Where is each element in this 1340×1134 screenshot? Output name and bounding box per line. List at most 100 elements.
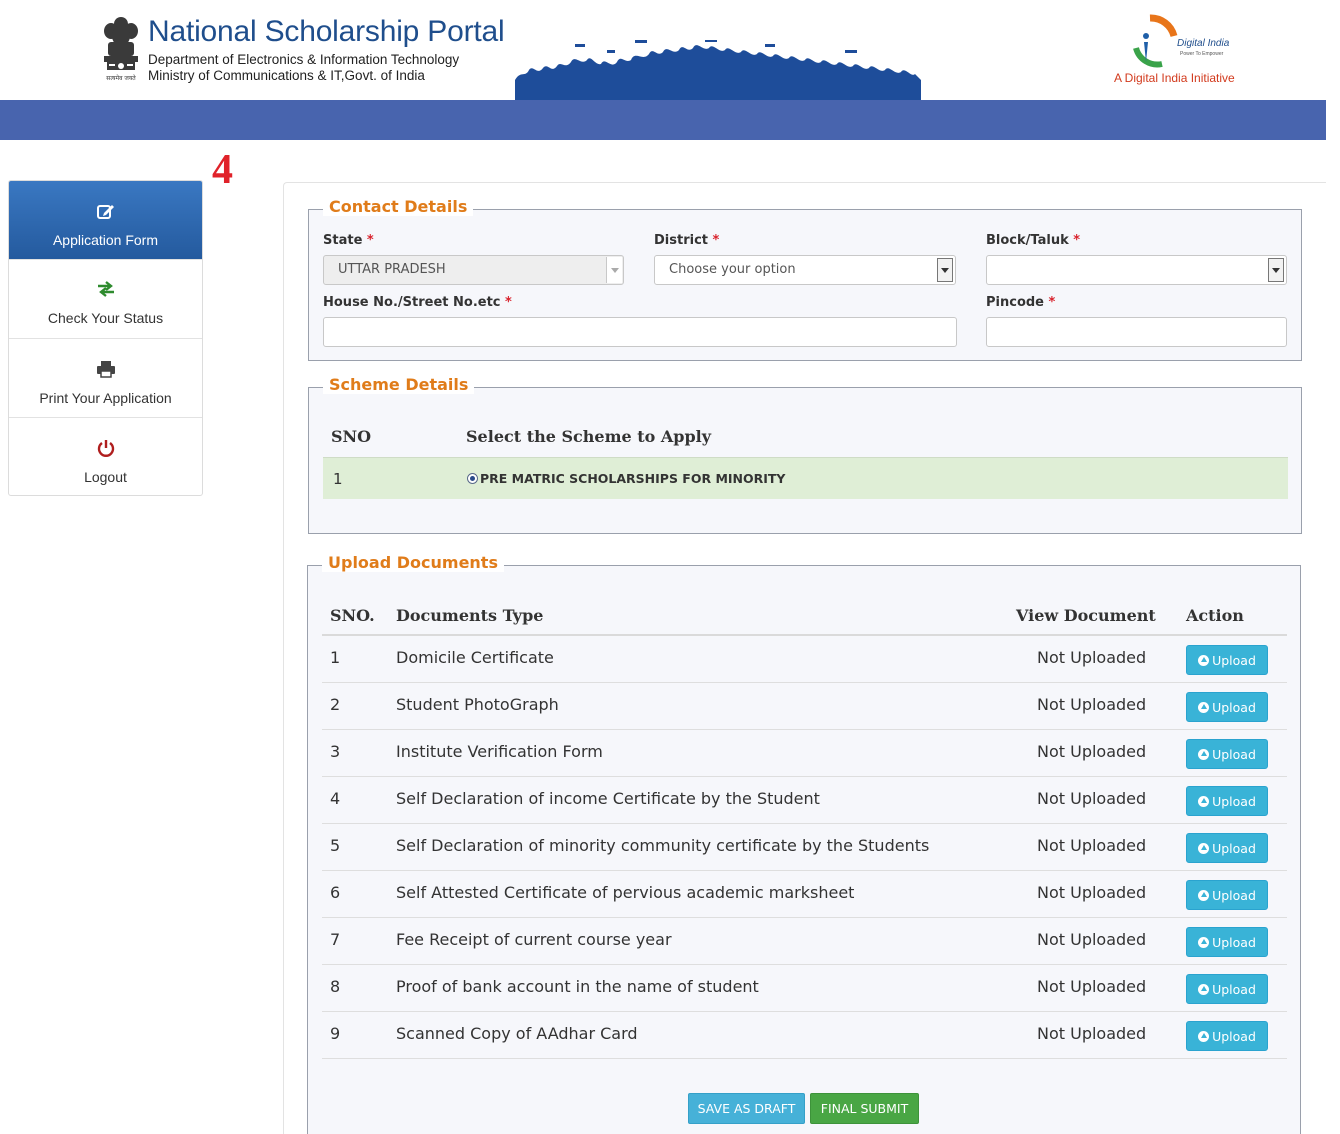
upload-button[interactable]: Upload	[1186, 739, 1268, 769]
upload-button[interactable]: Upload	[1186, 786, 1268, 816]
district-select[interactable]: Choose your option	[654, 255, 956, 285]
table-row: 6 Self Attested Certificate of pervious a…	[322, 871, 1287, 918]
upload-button[interactable]: Upload	[1186, 974, 1268, 1004]
digital-india-logo-subtext: Power To Empower	[1180, 51, 1224, 57]
state-value: UTTAR PRADESH	[338, 262, 446, 277]
upload-icon	[1198, 842, 1210, 854]
sidebar-item-application-form[interactable]: Application Form	[9, 181, 202, 260]
printer-icon	[9, 359, 202, 379]
section-title: Contact Details	[323, 197, 474, 216]
section-title: Upload Documents	[322, 553, 504, 572]
save-as-draft-button[interactable]: SAVE AS DRAFT	[688, 1093, 805, 1124]
site-header: सत्यमेव जयते National Scholarship Portal…	[0, 0, 1340, 100]
sidebar-item-label: Logout	[84, 469, 127, 485]
chevron-down-icon	[606, 257, 622, 283]
graduates-crowd-banner	[515, 40, 921, 100]
upload-icon	[1198, 889, 1210, 901]
scheme-col-sno: SNO	[331, 427, 372, 446]
doc-type: Student PhotoGraph	[396, 695, 559, 714]
doc-status: Not Uploaded	[1037, 648, 1147, 667]
doc-col-action: Action	[1186, 606, 1244, 625]
upload-icon	[1198, 748, 1210, 760]
chevron-down-icon	[1268, 258, 1284, 282]
doc-status: Not Uploaded	[1037, 1024, 1147, 1043]
doc-type: Scanned Copy of AAdhar Card	[396, 1024, 638, 1043]
table-row: 7 Fee Receipt of current course year Not U…	[322, 918, 1287, 965]
upload-button[interactable]: Upload	[1186, 927, 1268, 957]
doc-type: Institute Verification Form	[396, 742, 603, 761]
scheme-sno: 1	[333, 470, 343, 488]
scheme-radio-button[interactable]	[467, 473, 478, 484]
sidebar-item-logout[interactable]: Logout	[9, 418, 202, 495]
table-row: 4 Self Declaration of income Certificate …	[322, 777, 1287, 824]
scheme-details-section: Scheme Details SNO Select the Scheme to …	[308, 375, 1302, 534]
house-input[interactable]	[323, 317, 957, 347]
upload-label: Upload	[1212, 793, 1256, 809]
doc-status: Not Uploaded	[1037, 742, 1147, 761]
upload-button[interactable]: Upload	[1186, 645, 1268, 675]
doc-col-type: Documents Type	[396, 606, 544, 625]
doc-status: Not Uploaded	[1037, 883, 1147, 902]
table-row: 3 Institute Verification Form Not Uploaded…	[322, 730, 1287, 777]
table-row: 2 Student PhotoGraph Not Uploaded Upload	[322, 683, 1287, 730]
chevron-down-icon	[937, 258, 953, 282]
block-select[interactable]	[986, 255, 1287, 285]
doc-status: Not Uploaded	[1037, 930, 1147, 949]
upload-label: Upload	[1212, 840, 1256, 856]
national-emblem-icon: सत्यमेव जयते	[104, 17, 138, 82]
scheme-col-select: Select the Scheme to Apply	[466, 427, 712, 446]
pincode-label: Pincode *	[986, 295, 1056, 310]
doc-status: Not Uploaded	[1037, 789, 1147, 808]
upload-label: Upload	[1212, 699, 1256, 715]
upload-button[interactable]: Upload	[1186, 1021, 1268, 1051]
top-navigation-bar	[0, 100, 1326, 140]
portal-title[interactable]: National Scholarship Portal	[148, 15, 505, 49]
doc-type: Domicile Certificate	[396, 648, 554, 667]
upload-button[interactable]: Upload	[1186, 692, 1268, 722]
sidebar-item-check-status[interactable]: Check Your Status	[9, 260, 202, 339]
doc-status: Not Uploaded	[1037, 977, 1147, 996]
sidebar-item-label: Check Your Status	[47, 310, 164, 326]
block-label: Block/Taluk *	[986, 233, 1081, 248]
doc-sno: 2	[330, 695, 341, 714]
upload-button[interactable]: Upload	[1186, 880, 1268, 910]
scheme-name: PRE MATRIC SCHOLARSHIPS FOR MINORITY	[480, 471, 786, 486]
doc-type: Fee Receipt of current course year	[396, 930, 672, 949]
doc-type: Self Attested Certificate of pervious ac…	[396, 883, 855, 902]
upload-documents-section: Upload Documents SNO. Documents Type Vie…	[307, 553, 1301, 1134]
doc-sno: 6	[330, 883, 341, 902]
upload-icon	[1198, 654, 1210, 666]
digital-india-logo-text: Digital India	[1177, 38, 1230, 49]
state-label: State *	[323, 233, 374, 248]
digital-india-tagline: A Digital India Initiative	[1114, 71, 1235, 85]
step-number: 4	[212, 147, 233, 193]
digital-india-logo: Digital India Power To Empower	[1133, 14, 1230, 68]
doc-sno: 9	[330, 1024, 341, 1043]
pincode-input[interactable]	[986, 317, 1287, 347]
house-label: House No./Street No.etc *	[323, 295, 512, 310]
doc-col-sno: SNO.	[330, 606, 375, 625]
doc-type: Proof of bank account in the name of stu…	[396, 977, 759, 996]
ministry-name: Ministry of Communications & IT,Govt. of…	[148, 68, 425, 83]
doc-status: Not Uploaded	[1037, 695, 1147, 714]
upload-label: Upload	[1212, 934, 1256, 950]
table-row: 5 Self Declaration of minority community …	[322, 824, 1287, 871]
upload-label: Upload	[1212, 887, 1256, 903]
department-name: Department of Electronics & Information …	[148, 52, 460, 67]
doc-sno: 1	[330, 648, 341, 667]
doc-type: Self Declaration of income Certificate b…	[396, 789, 820, 808]
contact-details-section: Contact Details State * UTTAR PRADESH Di…	[308, 197, 1302, 361]
doc-sno: 4	[330, 789, 341, 808]
upload-label: Upload	[1212, 1028, 1256, 1044]
doc-sno: 7	[330, 930, 341, 949]
upload-button[interactable]: Upload	[1186, 833, 1268, 863]
edit-icon	[9, 201, 202, 221]
state-select[interactable]: UTTAR PRADESH	[323, 255, 624, 285]
district-label: District *	[654, 233, 720, 248]
scheme-row[interactable]: 1 PRE MATRIC SCHOLARSHIPS FOR MINORITY	[323, 457, 1288, 499]
sidebar-item-print-application[interactable]: Print Your Application	[9, 339, 202, 418]
upload-icon	[1198, 936, 1210, 948]
final-submit-button[interactable]: FINAL SUBMIT	[810, 1093, 919, 1124]
emblem-caption: सत्यमेव जयते	[106, 74, 136, 82]
doc-type: Self Declaration of minority community c…	[396, 836, 930, 855]
